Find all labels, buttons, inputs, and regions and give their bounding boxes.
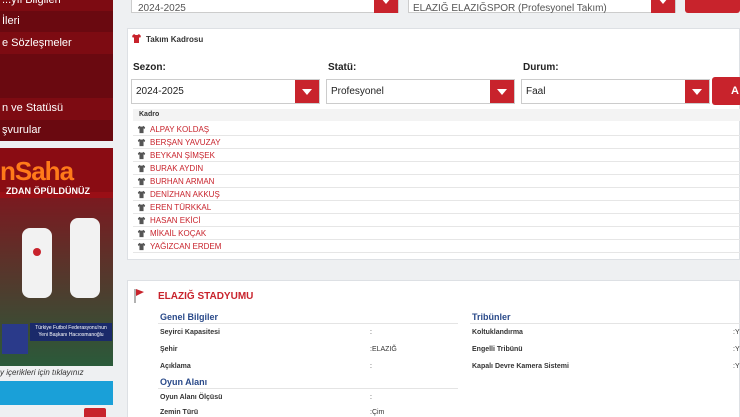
general-info-heading: Genel Bilgiler <box>160 312 219 322</box>
player-name[interactable]: YAĞIZCAN ERDEM <box>150 242 221 251</box>
player-row[interactable]: ALPAY KOLDAŞ <box>133 123 740 136</box>
sidebar-item-applications[interactable]: şvurular <box>0 120 113 141</box>
city-value: :ELAZIĞ <box>370 346 397 353</box>
state-label: Durum: <box>523 62 559 73</box>
scroll-top-button[interactable] <box>84 408 106 417</box>
ad-crest <box>33 248 41 256</box>
player-name[interactable]: DENİZHAN AKKUŞ <box>150 190 220 199</box>
top-search-button[interactable] <box>685 0 740 13</box>
ad-badge <box>2 324 28 354</box>
shirt-icon <box>137 151 146 160</box>
top-club-value: ELAZIĞ ELAZIĞSPOR (Profesyonel Takım) <box>413 3 607 14</box>
chevron-down-icon[interactable] <box>490 80 514 103</box>
state-select[interactable]: Faal <box>521 79 710 104</box>
shirt-icon <box>137 190 146 199</box>
sidebar-item-1[interactable]: ...yıl Bilgileri <box>0 0 113 11</box>
player-row[interactable]: MİKAİL KOÇAK <box>133 227 740 240</box>
player-name[interactable]: ALPAY KOLDAŞ <box>150 125 209 134</box>
player-row[interactable]: BURAK AYDIN <box>133 162 740 175</box>
ad-banner[interactable]: nSaha ZDAN ÖPÜLDÜNÜZ Türkiye Futbol Fede… <box>0 148 113 366</box>
top-club-select[interactable]: ELAZIĞ ELAZIĞSPOR (Profesyonel Takım) <box>408 0 676 14</box>
ad-caption: Türkiye Futbol Federasyonu'nun Yeni Başk… <box>30 323 112 341</box>
player-row[interactable]: BERŞAN YAVUZAY <box>133 136 740 149</box>
shirt-icon <box>137 216 146 225</box>
ad-player-1 <box>22 228 52 298</box>
ad-player-2 <box>70 218 100 298</box>
filter-button[interactable]: A <box>712 77 740 105</box>
seating-value: :Y <box>733 329 740 336</box>
sidebar: ...yıl Bilgileri İleri e Sözleşmeler n v… <box>0 0 113 141</box>
player-row[interactable]: YAĞIZCAN ERDEM <box>133 240 740 253</box>
player-row[interactable]: DENİZHAN AKKUŞ <box>133 188 740 201</box>
player-name[interactable]: HASAN EKİCİ <box>150 216 201 225</box>
player-name[interactable]: EREN TÜRKKAL <box>150 203 211 212</box>
divider <box>470 323 740 324</box>
seating-label: Koltuklandırma <box>472 329 523 336</box>
shirt-icon <box>137 125 146 134</box>
surface-value: :Çim <box>370 409 385 416</box>
cctv-label: Kapalı Devre Kamera Sistemi <box>472 363 569 370</box>
field-size-label: Oyun Alanı Ölçüsü <box>160 394 223 401</box>
player-row[interactable]: HASAN EKİCİ <box>133 214 740 227</box>
blue-banner[interactable] <box>0 381 113 405</box>
squad-list-header: Kadro <box>133 109 740 121</box>
page-root: ...yıl Bilgileri İleri e Sözleşmeler n v… <box>0 0 740 417</box>
description-label: Açıklama <box>160 363 191 370</box>
top-season-select[interactable]: 2024-2025 <box>131 0 399 14</box>
shirt-icon <box>137 242 146 251</box>
flag-icon <box>134 289 144 303</box>
season-label: Sezon: <box>133 62 166 73</box>
top-season-value: 2024-2025 <box>138 3 186 14</box>
chevron-down-icon[interactable] <box>651 0 675 13</box>
stadium-title: ELAZIĞ STADYUMU <box>158 291 254 302</box>
capacity-label: Seyirci Kapasitesi <box>160 329 220 336</box>
ad-link[interactable]: y içerikleri için tıklayınız <box>0 368 84 377</box>
player-name[interactable]: BERŞAN YAVUZAY <box>150 138 221 147</box>
chevron-down-icon[interactable] <box>374 0 398 13</box>
field-size-value: : <box>370 394 372 401</box>
capacity-value: : <box>370 329 372 336</box>
shirt-icon <box>137 229 146 238</box>
sidebar-item-status[interactable]: n ve Statüsü <box>0 98 113 119</box>
chevron-down-icon[interactable] <box>295 80 319 103</box>
ad-headline: ZDAN ÖPÜLDÜNÜZ <box>6 186 90 196</box>
shirt-icon <box>137 138 146 147</box>
season-select[interactable]: 2024-2025 <box>131 79 320 104</box>
shirt-icon <box>137 177 146 186</box>
surface-label: Zemin Türü <box>160 409 199 416</box>
cctv-value: :Y <box>733 363 740 370</box>
divider <box>158 323 458 324</box>
status-label: Statü: <box>328 62 357 73</box>
description-value: : <box>370 363 372 370</box>
sidebar-item-blank[interactable] <box>0 54 113 98</box>
divider <box>158 388 458 389</box>
chevron-down-icon[interactable] <box>685 80 709 103</box>
disabled-stand-value: :Y <box>733 346 740 353</box>
status-value: Profesyonel <box>331 86 384 97</box>
player-name[interactable]: BURHAN ARMAN <box>150 177 214 186</box>
season-value: 2024-2025 <box>136 86 184 97</box>
player-name[interactable]: BURAK AYDIN <box>150 164 203 173</box>
state-value: Faal <box>526 86 546 97</box>
player-name[interactable]: BEYKAN ŞİMŞEK <box>150 151 215 160</box>
status-select[interactable]: Profesyonel <box>326 79 515 104</box>
shirt-icon <box>137 203 146 212</box>
ad-logo: nSaha <box>0 156 74 186</box>
city-label: Şehir <box>160 346 178 353</box>
player-name[interactable]: MİKAİL KOÇAK <box>150 229 206 238</box>
stands-heading: Tribünler <box>472 312 511 322</box>
sidebar-item-contracts[interactable]: e Sözleşmeler <box>0 33 113 54</box>
disabled-stand-label: Engelli Tribünü <box>472 346 523 353</box>
shirt-icon <box>137 164 146 173</box>
player-row[interactable]: EREN TÜRKKAL <box>133 201 740 214</box>
player-row[interactable]: BEYKAN ŞİMŞEK <box>133 149 740 162</box>
squad-title: Takım Kadrosu <box>146 35 204 44</box>
sidebar-item-2[interactable]: İleri <box>0 11 113 32</box>
player-row[interactable]: BURHAN ARMAN <box>133 175 740 188</box>
shirt-icon <box>132 34 141 43</box>
field-heading: Oyun Alanı <box>160 377 208 387</box>
